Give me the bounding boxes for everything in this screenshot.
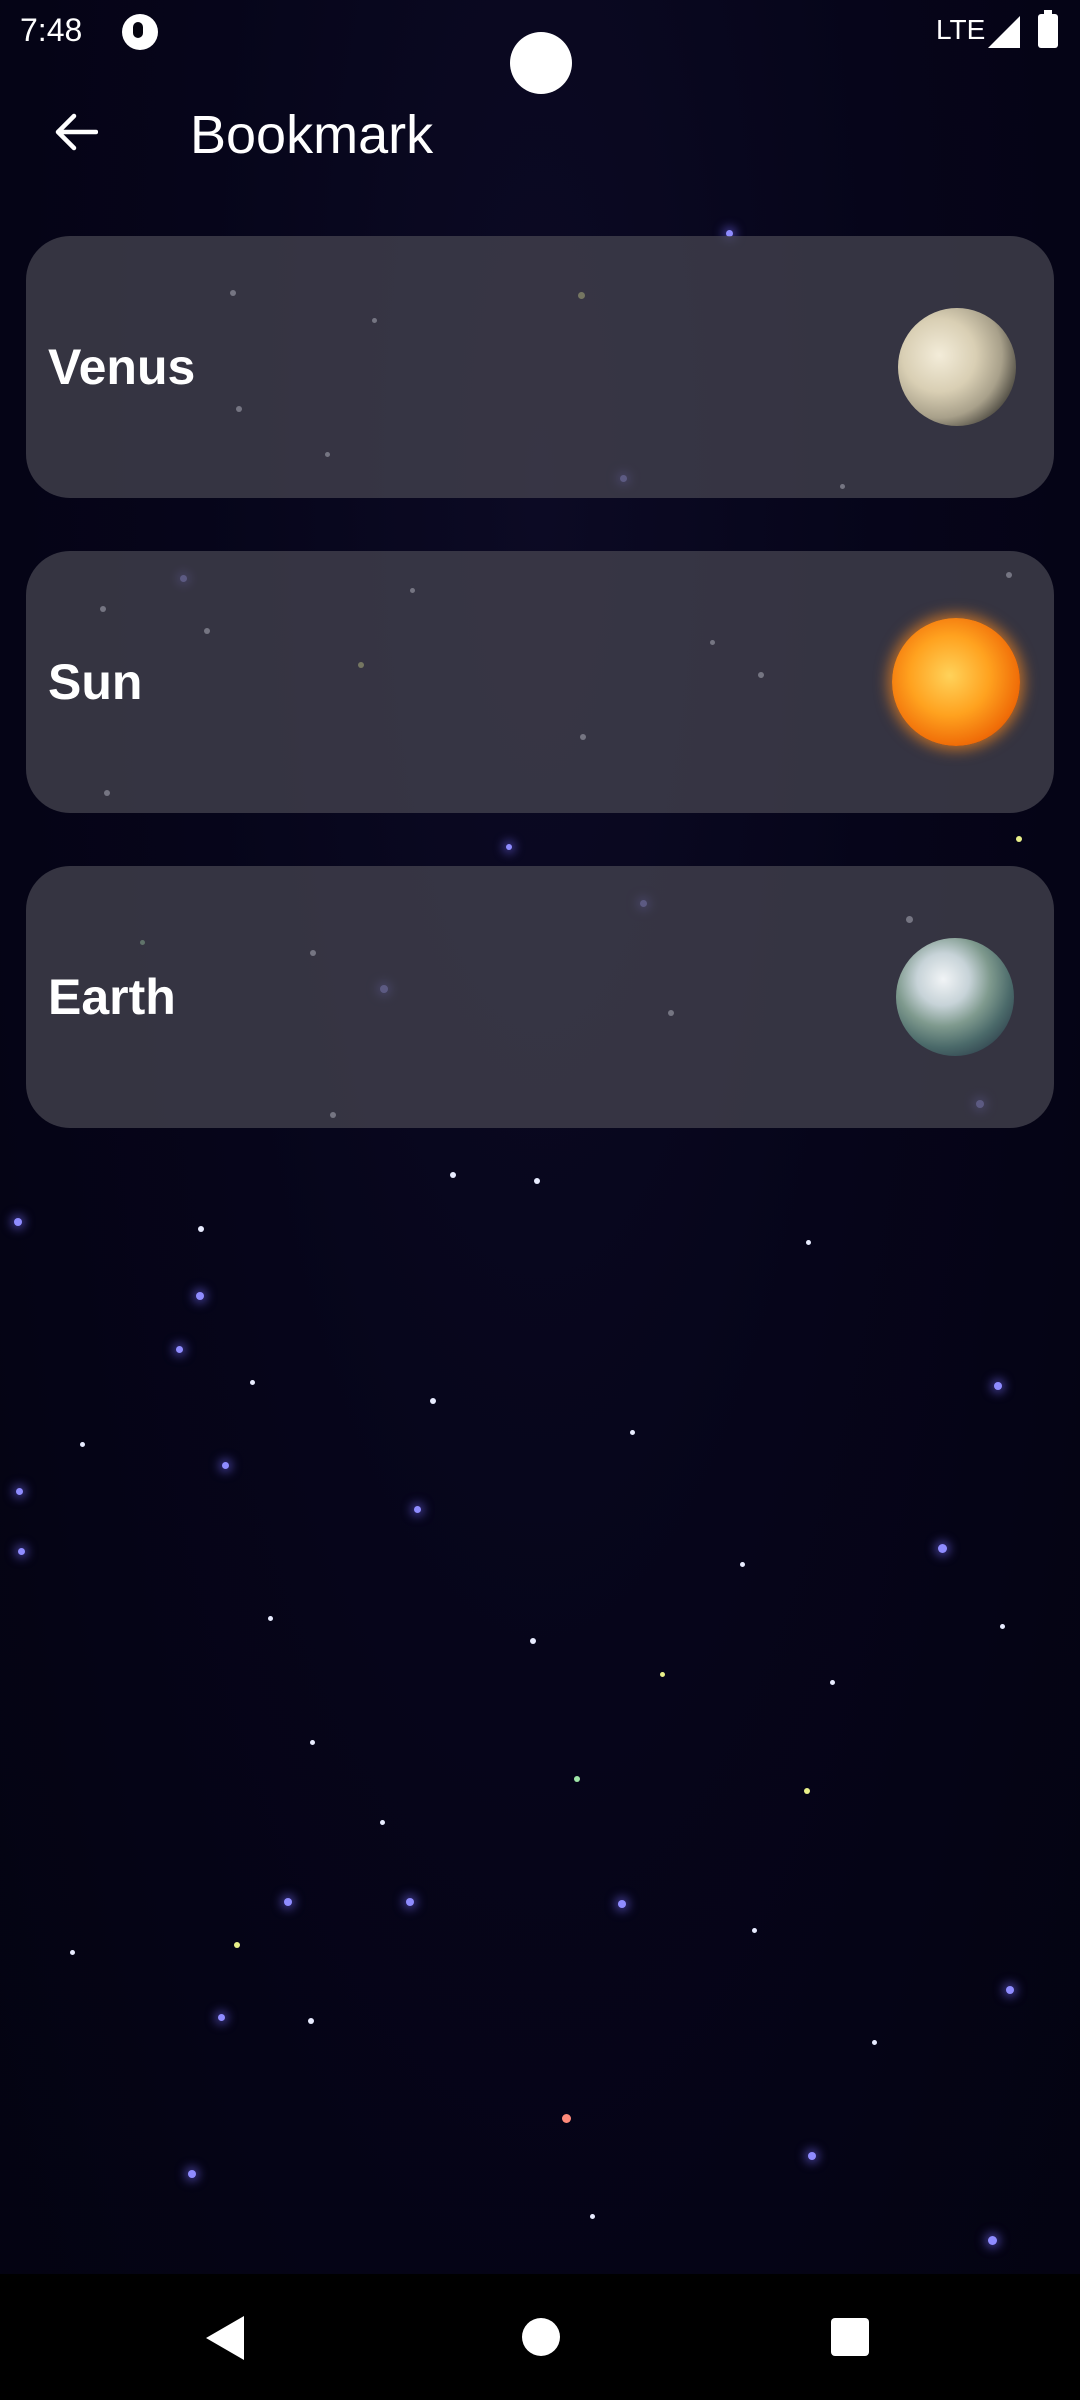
star xyxy=(660,1672,665,1677)
bookmark-label: Sun xyxy=(48,654,143,710)
earth-planet-image xyxy=(896,938,1014,1056)
sun-image xyxy=(892,618,1020,746)
star xyxy=(574,1776,580,1782)
star xyxy=(994,1382,1002,1390)
star xyxy=(804,1788,810,1794)
battery-icon xyxy=(1038,10,1058,48)
system-navigation-bar xyxy=(0,2274,1080,2400)
star xyxy=(506,844,512,850)
star xyxy=(740,1562,745,1567)
star xyxy=(198,1226,204,1232)
bookmark-label: Earth xyxy=(48,969,176,1025)
triangle-back-icon[interactable] xyxy=(206,2316,244,2360)
star xyxy=(806,1240,811,1245)
star xyxy=(1000,1624,1005,1629)
bookmark-card-sun[interactable]: Sun xyxy=(26,551,1054,813)
arrow-left-icon xyxy=(55,113,98,151)
star xyxy=(988,2236,997,2245)
star xyxy=(562,2114,571,2123)
app-bar: Bookmark xyxy=(0,64,1080,204)
status-bar: 7:48 LTE xyxy=(0,0,1080,94)
star xyxy=(534,1178,540,1184)
star xyxy=(176,1346,183,1353)
star xyxy=(450,1172,456,1178)
signal-icon xyxy=(988,16,1020,48)
star xyxy=(1016,836,1022,842)
star xyxy=(70,1950,75,1955)
star xyxy=(308,2018,314,2024)
star xyxy=(590,2214,595,2219)
star xyxy=(196,1292,204,1300)
star xyxy=(830,1680,835,1685)
star xyxy=(630,1430,635,1435)
star xyxy=(430,1398,436,1404)
star xyxy=(380,1820,385,1825)
star xyxy=(234,1942,240,1948)
star xyxy=(188,2170,196,2178)
star xyxy=(218,2014,225,2021)
star xyxy=(938,1544,947,1553)
bookmark-screen: 7:48 LTE Bookmark Venus Sun Earth xyxy=(0,0,1080,2400)
star xyxy=(414,1506,421,1513)
back-button[interactable] xyxy=(40,102,110,162)
bookmark-label: Venus xyxy=(48,339,196,395)
star xyxy=(80,1442,85,1447)
star xyxy=(752,1928,757,1933)
square-recents-icon[interactable] xyxy=(831,2318,869,2356)
venus-planet-image xyxy=(898,308,1016,426)
star xyxy=(250,1380,255,1385)
star xyxy=(1006,1986,1014,1994)
notification-app-icon xyxy=(122,14,158,50)
status-time: 7:48 xyxy=(20,12,83,48)
star xyxy=(872,2040,877,2045)
star xyxy=(808,2152,816,2160)
star xyxy=(14,1218,22,1226)
star xyxy=(18,1548,25,1555)
page-title: Bookmark xyxy=(190,105,434,165)
star xyxy=(268,1616,273,1621)
bookmark-card-venus[interactable]: Venus xyxy=(26,236,1054,498)
star xyxy=(310,1740,315,1745)
network-type: LTE xyxy=(936,14,986,45)
circle-home-icon[interactable] xyxy=(522,2318,560,2356)
star xyxy=(530,1638,536,1644)
bookmark-card-earth[interactable]: Earth xyxy=(26,866,1054,1128)
star xyxy=(284,1898,292,1906)
star xyxy=(222,1462,229,1469)
star xyxy=(618,1900,626,1908)
star xyxy=(16,1488,23,1495)
star xyxy=(406,1898,414,1906)
